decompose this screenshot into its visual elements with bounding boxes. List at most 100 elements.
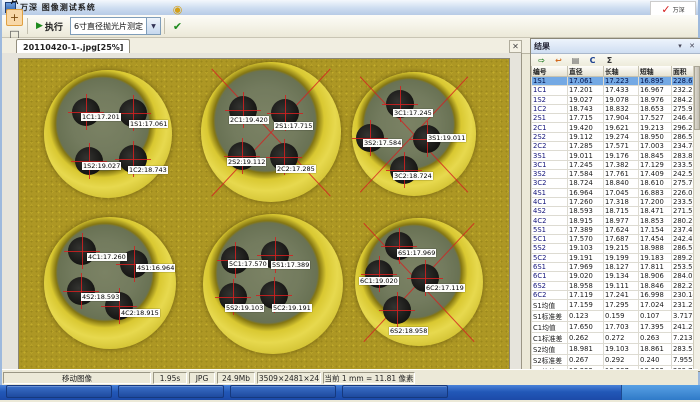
cell: 17.318 bbox=[604, 197, 639, 206]
window-title: 万深 图像测试系统 bbox=[20, 2, 96, 13]
cell: 246.4284 bbox=[672, 114, 695, 123]
cell: 17.285 bbox=[568, 142, 604, 151]
cell: 17.571 bbox=[604, 142, 639, 151]
summary-row[interactable]: S2均值18.98119.10318.861283.5245 bbox=[532, 344, 695, 355]
chevron-down-icon[interactable]: ▼ bbox=[146, 18, 160, 34]
cell: C1均值 bbox=[532, 322, 568, 333]
measurement-label: 1S2:19.027 bbox=[82, 162, 121, 170]
table-row[interactable]: 2C119.42019.62119.213296.2103 bbox=[532, 123, 695, 132]
measurement-label: 4S2:18.593 bbox=[81, 293, 120, 301]
table-row[interactable]: 2C217.28517.57117.003234.7486 bbox=[532, 142, 695, 151]
table-row[interactable]: 5S219.10319.21518.988286.5173 bbox=[532, 244, 695, 253]
tab-close-icon[interactable]: ✕ bbox=[509, 40, 522, 53]
column-header-2[interactable]: 长轴 bbox=[604, 66, 639, 77]
cell: 233.5704 bbox=[672, 160, 695, 169]
cell: 19.111 bbox=[604, 281, 639, 290]
table-row[interactable]: 5C219.19119.19919.183289.2504 bbox=[532, 253, 695, 262]
table-row[interactable]: 1S117.06117.22316.895228.6128 bbox=[532, 77, 695, 86]
table-row[interactable]: 4C117.26017.31817.200233.5246 bbox=[532, 197, 695, 206]
cell: 3S1 bbox=[532, 151, 568, 160]
cell: 19.621 bbox=[604, 123, 639, 132]
cell: 17.624 bbox=[604, 225, 639, 234]
pan-hand-icon[interactable]: + bbox=[6, 9, 23, 26]
document-tab[interactable]: 20110420-1-.jpg[25%] bbox=[16, 39, 130, 54]
measurement-label: 6C1:19.020 bbox=[359, 277, 399, 285]
cell: 275.9202 bbox=[672, 104, 695, 113]
cell: 2C1 bbox=[532, 123, 568, 132]
measurement-label: 3S1:19.011 bbox=[427, 134, 466, 142]
main-toolbar: ▨▥▦▣▣▤✎✎A+□⊙⊕⊖◱∠⌀◔▱⊞ ▶ 执行 6寸直径抛光片测定 ▼ ◉✔… bbox=[2, 15, 698, 38]
table-row[interactable]: 3S217.58417.76117.409242.5535 bbox=[532, 169, 695, 178]
table-row[interactable]: 6C119.02019.13418.906284.0724 bbox=[532, 272, 695, 281]
cell: 18.977 bbox=[604, 216, 639, 225]
results-table-container: 编号直径长轴短轴面积 1S117.06117.22316.895228.6128… bbox=[531, 66, 694, 371]
verify-icon[interactable]: ✔ bbox=[169, 18, 186, 35]
cell: 18.593 bbox=[568, 207, 604, 216]
cell: 16.883 bbox=[639, 188, 672, 197]
cell: 17.223 bbox=[604, 77, 639, 86]
taskbar-window-button[interactable] bbox=[118, 385, 224, 398]
table-row[interactable]: 2S219.11219.27418.950286.5580 bbox=[532, 132, 695, 141]
cell: 230.1425 bbox=[672, 290, 695, 299]
pin-icon[interactable]: ▾ bbox=[674, 40, 686, 52]
hole-crosshair bbox=[134, 246, 135, 282]
cell: 17.761 bbox=[604, 169, 639, 178]
column-header-4[interactable]: 面积 bbox=[672, 66, 695, 77]
taskbar-window-button[interactable] bbox=[6, 385, 112, 398]
ceramic-disc bbox=[44, 217, 176, 349]
table-row[interactable]: 4C218.91518.97718.853280.2970 bbox=[532, 216, 695, 225]
table-row[interactable]: 4S218.59318.71518.471271.5133 bbox=[532, 207, 695, 216]
summary-row[interactable]: S2标准差0.2670.2920.2407.9552 bbox=[532, 355, 695, 366]
table-row[interactable]: 1C218.74318.83218.653275.9202 bbox=[532, 104, 695, 113]
cell: 6C2 bbox=[532, 290, 568, 299]
hole-crosshair bbox=[404, 152, 405, 188]
column-header-3[interactable]: 短轴 bbox=[639, 66, 672, 77]
panel-close-icon[interactable]: ✕ bbox=[686, 40, 698, 52]
scrollbar-thumb[interactable] bbox=[694, 66, 700, 130]
column-header-1[interactable]: 直径 bbox=[568, 66, 604, 77]
cell: 18.981 bbox=[568, 344, 604, 355]
results-scrollbar[interactable] bbox=[693, 66, 700, 371]
settings-icon[interactable]: ◉ bbox=[169, 1, 186, 18]
cell: 2S2 bbox=[532, 132, 568, 141]
taskbar-window-button[interactable] bbox=[230, 385, 336, 398]
table-row[interactable]: 6S218.95819.11118.846282.2751 bbox=[532, 281, 695, 290]
summary-row[interactable]: C1标准差0.2620.2720.2637.2135 bbox=[532, 333, 695, 344]
cell: 17.454 bbox=[639, 235, 672, 244]
taskbar-tray[interactable] bbox=[621, 385, 700, 400]
table-row[interactable]: 5C117.57017.68717.454242.4584 bbox=[532, 235, 695, 244]
summary-row[interactable]: S1标准差0.1230.1590.1073.7177 bbox=[532, 311, 695, 322]
cell: 6S2 bbox=[532, 281, 568, 290]
summary-row[interactable]: C1均值17.65017.70317.395241.2527 bbox=[532, 322, 695, 333]
execute-button[interactable]: ▶ 执行 bbox=[31, 18, 68, 35]
cell: 18.127 bbox=[604, 262, 639, 271]
table-row[interactable]: 4S116.96417.04516.883226.0148 bbox=[532, 188, 695, 197]
cell: 17.260 bbox=[568, 197, 604, 206]
table-row[interactable]: 3C117.24517.38217.129233.5704 bbox=[532, 160, 695, 169]
sample-image-canvas[interactable]: 1C1:17.2011S1:17.0611S2:19.0271C2:18.743… bbox=[18, 58, 510, 371]
cell: 19.199 bbox=[604, 253, 639, 262]
table-row[interactable]: 1S219.02719.07818.976284.2202 bbox=[532, 95, 695, 104]
cell: 7.2135 bbox=[672, 333, 695, 344]
cell: 3.7177 bbox=[672, 311, 695, 322]
table-row[interactable]: 2S117.71517.90417.527246.4284 bbox=[532, 114, 695, 123]
cell: 19.011 bbox=[568, 151, 604, 160]
cell: 18.845 bbox=[639, 151, 672, 160]
cell: 241.2527 bbox=[672, 322, 695, 333]
measurement-label: 1C1:17.201 bbox=[81, 113, 121, 121]
column-header-0[interactable]: 编号 bbox=[532, 66, 568, 77]
preset-combobox[interactable]: 6寸直径抛光片测定 ▼ bbox=[70, 17, 161, 35]
table-row[interactable]: 5S117.38917.62417.154237.4127 bbox=[532, 225, 695, 234]
cell: 4C2 bbox=[532, 216, 568, 225]
summary-row[interactable]: S1均值17.15917.29517.024231.2537 bbox=[532, 300, 695, 311]
cell: 17.200 bbox=[639, 197, 672, 206]
measurement-label: 6S1:17.969 bbox=[397, 249, 436, 257]
table-row[interactable]: 1C117.20117.43316.967232.2730 bbox=[532, 86, 695, 95]
cell: 0.107 bbox=[639, 311, 672, 322]
text-tool-icon[interactable]: A bbox=[6, 0, 23, 9]
table-row[interactable]: 6C217.11917.24116.998230.1425 bbox=[532, 290, 695, 299]
table-row[interactable]: 3C218.72418.84018.610275.7026 bbox=[532, 179, 695, 188]
taskbar-window-button[interactable] bbox=[342, 385, 448, 398]
table-row[interactable]: 3S119.01119.17618.845283.8344 bbox=[532, 151, 695, 160]
table-row[interactable]: 6S117.96918.12717.811253.5708 bbox=[532, 262, 695, 271]
